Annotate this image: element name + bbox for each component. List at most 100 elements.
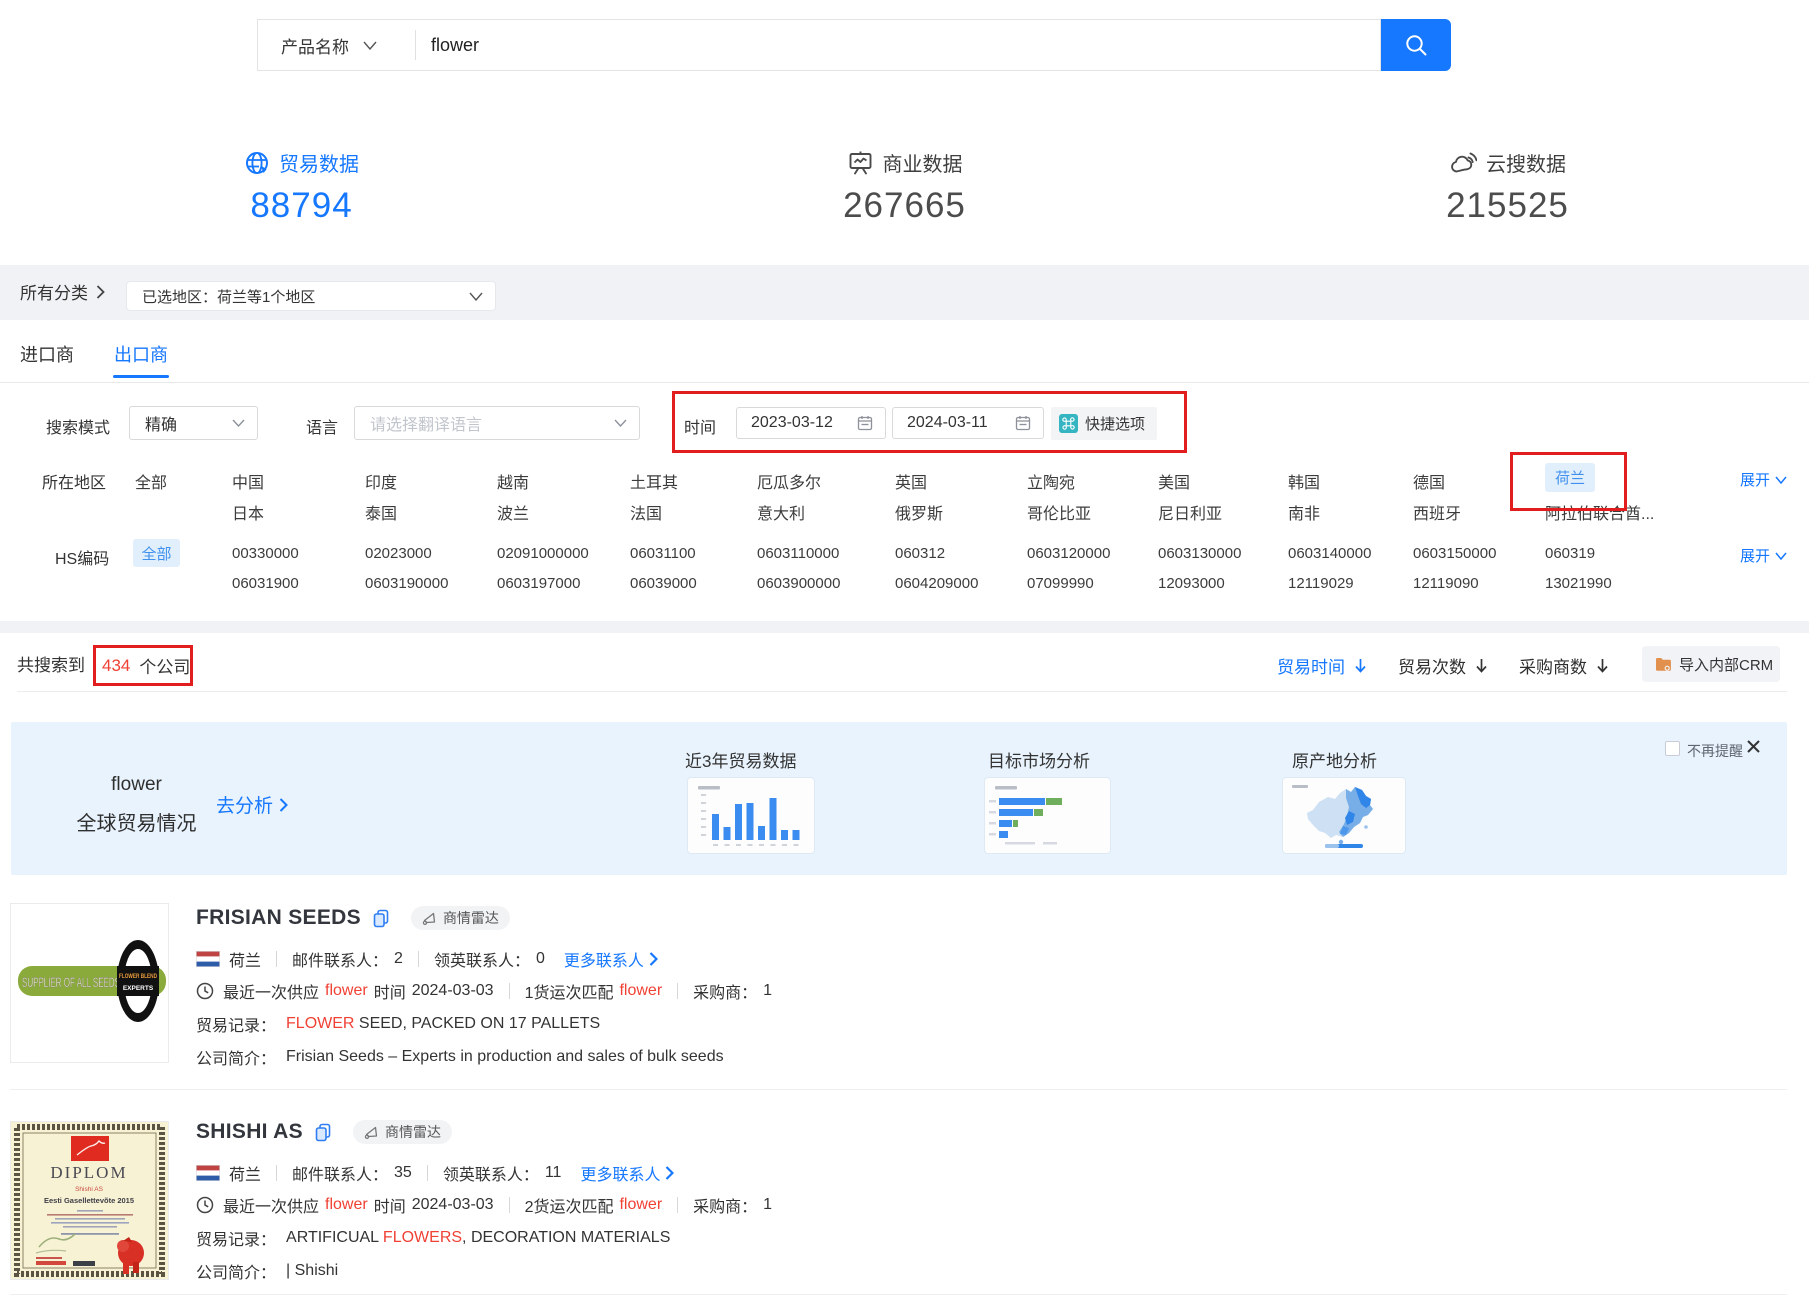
search-category-select[interactable]: 产品名称 bbox=[258, 33, 398, 58]
hs-code-option[interactable]: 13021990 bbox=[1545, 575, 1612, 592]
hs-code-option[interactable]: 0603197000 bbox=[497, 575, 580, 592]
hs-code-option[interactable]: 060312 bbox=[895, 545, 945, 562]
buyer-label: 采购商： bbox=[693, 1193, 757, 1217]
go-analyze-link[interactable]: 去分析 bbox=[216, 791, 288, 818]
hs-code-option[interactable]: 0603130000 bbox=[1158, 545, 1241, 562]
more-contacts-link[interactable]: 更多联系人 bbox=[564, 947, 658, 971]
stat-cloud-search-data[interactable]: 云搜数据 215525 bbox=[1206, 142, 1809, 234]
region-option[interactable]: 俄罗斯 bbox=[895, 500, 943, 524]
region-option[interactable]: 意大利 bbox=[757, 500, 805, 524]
quick-options-button[interactable]: 快捷选项 bbox=[1051, 407, 1157, 440]
region-option[interactable]: 厄瓜多尔 bbox=[757, 469, 821, 493]
stat-trade-data[interactable]: 贸易数据 88794 bbox=[0, 142, 603, 234]
region-option[interactable]: 韩国 bbox=[1288, 469, 1320, 493]
company-logo[interactable]: SUPPLIER OF ALL SEEDS FLOWER BLEND EXPER… bbox=[10, 903, 169, 1063]
shipment-match-text: 1货运次匹配 bbox=[525, 979, 614, 1003]
hs-code-option[interactable]: 0603110000 bbox=[757, 545, 839, 562]
company-intro-text: Frisian Seeds – Experts in production an… bbox=[286, 1048, 724, 1066]
region-option[interactable]: 美国 bbox=[1158, 469, 1190, 493]
chevron-right-icon bbox=[649, 952, 658, 966]
region-option[interactable]: 土耳其 bbox=[630, 469, 678, 493]
import-crm-button[interactable]: 导入内部CRM bbox=[1642, 646, 1780, 682]
search-input[interactable]: flower bbox=[431, 35, 1380, 56]
sort-buyer-count[interactable]: 采购商数 bbox=[1519, 653, 1609, 678]
region-option[interactable]: 中国 bbox=[232, 469, 264, 493]
company-card: DIPLOM Shishi AS Eesti Gasellettevõte 20… bbox=[0, 1117, 1809, 1298]
region-option[interactable]: 英国 bbox=[895, 469, 927, 493]
region-option[interactable]: 立陶宛 bbox=[1027, 469, 1075, 493]
hs-code-option[interactable]: 06031900 bbox=[232, 575, 299, 592]
date-to-input[interactable]: 2024-03-11 bbox=[892, 407, 1044, 439]
hs-code-option[interactable]: 12093000 bbox=[1158, 575, 1225, 592]
company-intro-text: | Shishi bbox=[286, 1262, 338, 1280]
bar-chart-thumbnail[interactable] bbox=[688, 778, 814, 853]
dismiss-checkbox[interactable] bbox=[1665, 741, 1680, 756]
region-all[interactable]: 全部 bbox=[135, 469, 167, 493]
search-mode-select[interactable]: 精确 bbox=[129, 406, 258, 440]
badge-label: 商情雷达 bbox=[385, 1122, 441, 1142]
linkedin-contacts-label: 领英联系人： bbox=[434, 947, 530, 971]
market-chart-thumbnail[interactable] bbox=[985, 778, 1110, 853]
arrow-down-icon bbox=[1354, 657, 1367, 674]
region-option[interactable]: 法国 bbox=[630, 500, 662, 524]
card-divider bbox=[10, 1089, 1787, 1090]
copy-icon[interactable] bbox=[315, 1123, 331, 1142]
region-option[interactable]: 南非 bbox=[1288, 500, 1320, 524]
hs-code-option[interactable]: 0603120000 bbox=[1027, 545, 1110, 562]
stat-business-data[interactable]: 商业数据 267665 bbox=[603, 142, 1206, 234]
language-select[interactable]: 请选择翻译语言 bbox=[354, 406, 640, 440]
close-icon[interactable] bbox=[1746, 739, 1761, 754]
hs-code-option[interactable]: 12119029 bbox=[1288, 575, 1354, 592]
radar-icon bbox=[364, 1125, 379, 1140]
selected-region-select[interactable]: 已选地区：荷兰等1个地区 bbox=[126, 281, 496, 311]
region-option[interactable]: 越南 bbox=[497, 469, 529, 493]
region-option[interactable]: 德国 bbox=[1413, 469, 1445, 493]
section-divider-band bbox=[0, 621, 1809, 633]
tab-importers[interactable]: 进口商 bbox=[20, 341, 74, 367]
copy-icon[interactable] bbox=[373, 909, 389, 928]
sort-trade-time[interactable]: 贸易时间 bbox=[1277, 653, 1367, 678]
hs-code-option[interactable]: 060319 bbox=[1545, 545, 1595, 562]
language-placeholder: 请选择翻译语言 bbox=[370, 411, 614, 435]
hs-code-option[interactable]: 0604209000 bbox=[895, 575, 978, 592]
hs-code-option[interactable]: 02091000000 bbox=[497, 545, 589, 562]
chevron-down-icon bbox=[1775, 552, 1787, 560]
hs-code-option[interactable]: 0603140000 bbox=[1288, 545, 1371, 562]
hs-code-option[interactable]: 06039000 bbox=[630, 575, 697, 592]
region-option-selected[interactable]: 荷兰 bbox=[1545, 463, 1595, 492]
search-mode-value: 精确 bbox=[145, 411, 232, 435]
company-name[interactable]: FRISIAN SEEDS bbox=[196, 906, 361, 930]
hs-expand-link[interactable]: 展开 bbox=[1740, 545, 1787, 566]
region-expand-link[interactable]: 展开 bbox=[1740, 469, 1787, 490]
hs-code-option[interactable]: 0603150000 bbox=[1413, 545, 1496, 562]
hs-code-option[interactable]: 00330000 bbox=[232, 545, 299, 562]
region-option[interactable]: 印度 bbox=[365, 469, 397, 493]
hs-code-option[interactable]: 07099990 bbox=[1027, 575, 1094, 592]
hs-all-chip[interactable]: 全部 bbox=[133, 539, 180, 567]
company-name[interactable]: SHISHI AS bbox=[196, 1120, 303, 1144]
tab-exporters[interactable]: 出口商 bbox=[114, 341, 168, 367]
region-option[interactable]: 哥伦比亚 bbox=[1027, 500, 1091, 524]
region-option[interactable]: 尼日利亚 bbox=[1158, 500, 1222, 524]
region-option[interactable]: 西班牙 bbox=[1413, 500, 1461, 524]
more-contacts-link[interactable]: 更多联系人 bbox=[580, 1161, 674, 1185]
region-option[interactable]: 泰国 bbox=[365, 500, 397, 524]
chevron-right-icon bbox=[96, 285, 105, 299]
search-button[interactable] bbox=[1381, 19, 1451, 71]
all-categories-link[interactable]: 所有分类 bbox=[20, 279, 105, 304]
china-map-thumbnail[interactable] bbox=[1283, 778, 1405, 853]
region-option[interactable]: 波兰 bbox=[497, 500, 529, 524]
hs-code-option[interactable]: 06031100 bbox=[630, 545, 696, 562]
sort-trade-count[interactable]: 贸易次数 bbox=[1398, 653, 1488, 678]
hs-code-option[interactable]: 0603190000 bbox=[365, 575, 448, 592]
region-option[interactable]: 日本 bbox=[232, 500, 264, 524]
region-option[interactable]: 阿拉伯联合酋... bbox=[1545, 500, 1654, 524]
search-category-label: 产品名称 bbox=[281, 33, 349, 58]
search-bar: 产品名称 flower bbox=[257, 19, 1381, 71]
hs-code-option[interactable]: 12119090 bbox=[1413, 575, 1479, 592]
date-from-input[interactable]: 2023-03-12 bbox=[736, 407, 886, 439]
chevron-right-icon bbox=[665, 1166, 674, 1180]
hs-code-option[interactable]: 02023000 bbox=[365, 545, 432, 562]
company-logo[interactable]: DIPLOM Shishi AS Eesti Gasellettevõte 20… bbox=[10, 1121, 169, 1280]
hs-code-option[interactable]: 0603900000 bbox=[757, 575, 840, 592]
